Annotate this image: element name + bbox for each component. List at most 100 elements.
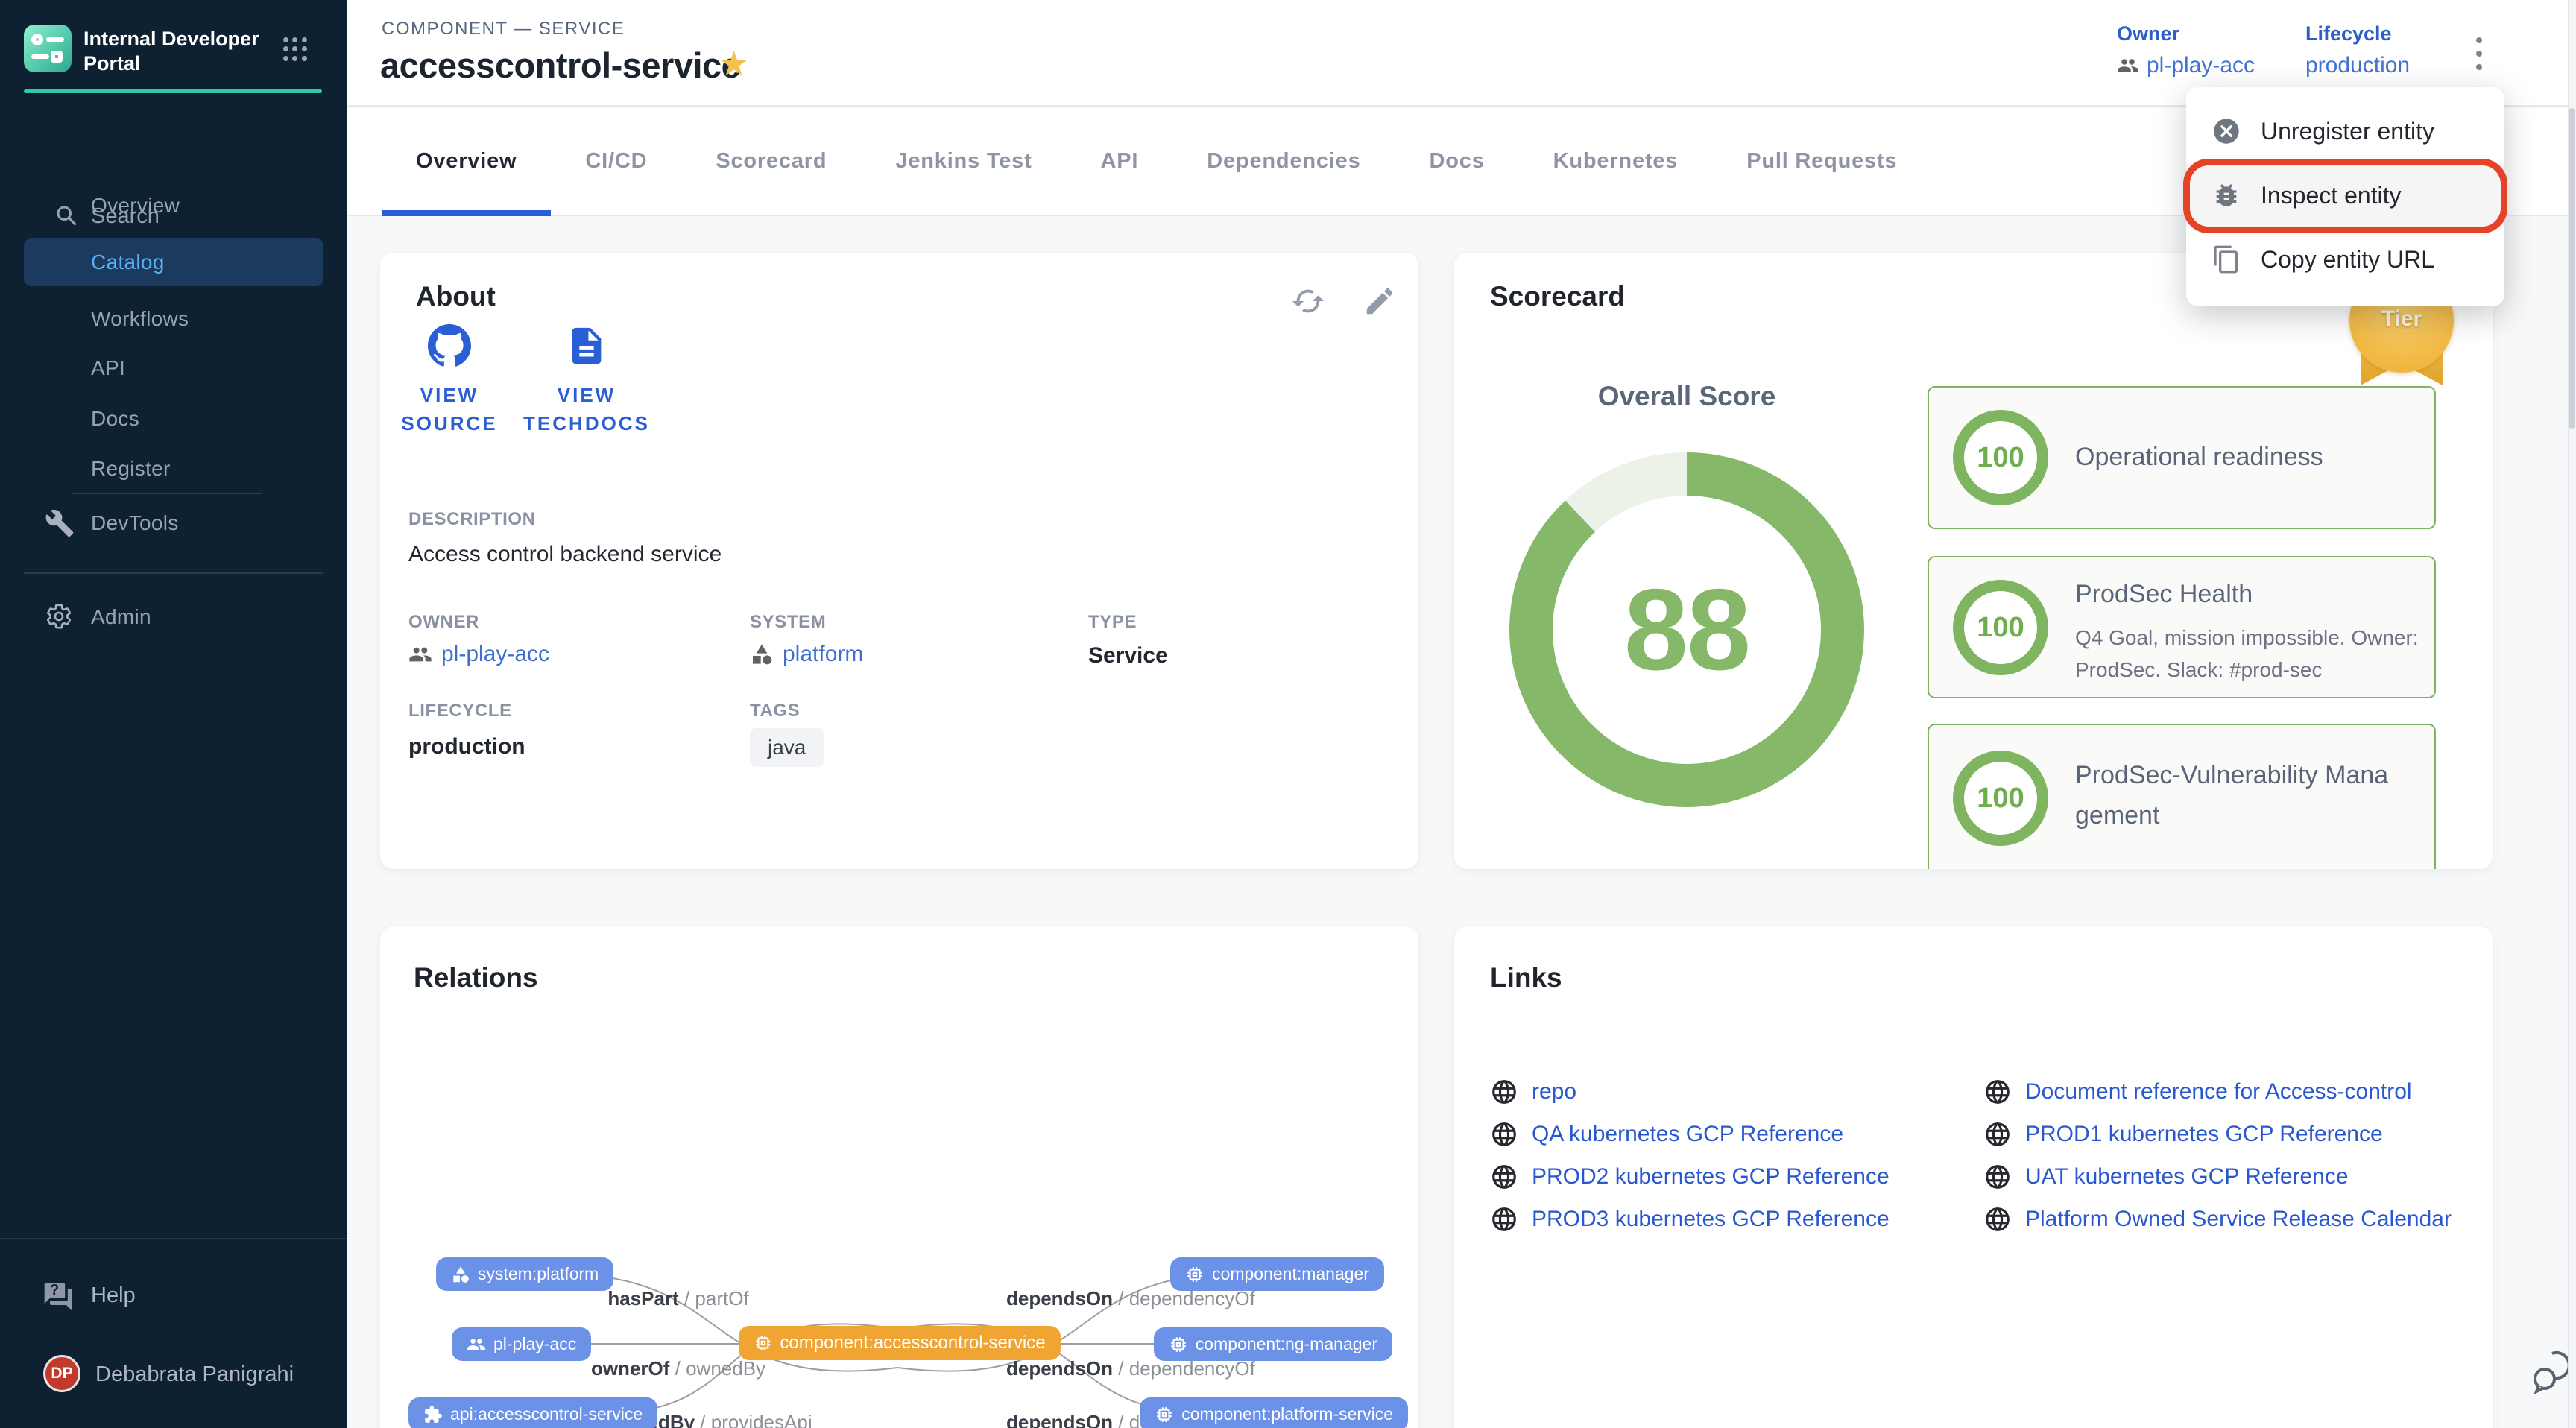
logo-slider-line xyxy=(31,54,49,59)
user-name: Debabrata Panigrahi xyxy=(95,1362,294,1387)
link-document-reference[interactable]: Document reference for Access-control xyxy=(1983,1078,2412,1106)
sidebar-item-register[interactable]: Register xyxy=(24,445,323,493)
sidebar-item-devtools[interactable]: DevTools xyxy=(24,499,323,547)
tab-label: Kubernetes xyxy=(1553,149,1679,174)
sidebar-item-label: API xyxy=(91,356,125,380)
link-prod2-kubernetes[interactable]: PROD2 kubernetes GCP Reference xyxy=(1490,1163,1890,1191)
sidebar-item-label: DevTools xyxy=(91,511,179,535)
relation-node-component-manager[interactable]: component:manager xyxy=(1170,1257,1384,1291)
link-prod1-kubernetes[interactable]: PROD1 kubernetes GCP Reference xyxy=(1983,1120,2383,1149)
tab-dependencies[interactable]: Dependencies xyxy=(1172,108,1395,215)
question-mark: ? xyxy=(50,1282,59,1299)
tags-field-label: TAGS xyxy=(750,701,800,721)
relation-node-api-accesscontrol[interactable]: api:accesscontrol-service xyxy=(408,1397,657,1428)
globe-icon xyxy=(1983,1078,2012,1106)
link-qa-kubernetes[interactable]: QA kubernetes GCP Reference xyxy=(1490,1120,1843,1149)
lifecycle-meta: Lifecycle production xyxy=(2305,22,2410,78)
scrollbar-thumb[interactable] xyxy=(2569,108,2575,429)
github-icon xyxy=(428,324,471,367)
tag-chip-java[interactable]: java xyxy=(750,728,824,767)
owner-meta: Owner pl-play-acc xyxy=(2117,22,2255,78)
sidebar-item-label: Catalog xyxy=(91,250,165,274)
sidebar-divider xyxy=(72,493,262,494)
score-item-label: ProdSec-Vulnerability Management xyxy=(2075,755,2396,836)
sidebar-item-docs[interactable]: Docs xyxy=(24,395,323,443)
relation-node-component-ng-manager[interactable]: component:ng-manager xyxy=(1154,1327,1392,1361)
logo-slider-knob xyxy=(51,51,63,63)
tab-pull-requests[interactable]: Pull Requests xyxy=(1712,108,1931,215)
links-card-title: Links xyxy=(1490,962,1562,993)
app-logo-icon[interactable] xyxy=(24,25,72,72)
scorecard-card-title: Scorecard xyxy=(1490,281,1625,312)
entity-more-menu-icon[interactable] xyxy=(2463,34,2496,76)
chip-icon xyxy=(753,1333,772,1353)
sidebar-user[interactable]: DP Debabrata Panigrahi xyxy=(0,1355,347,1407)
relation-node-pl-play-acc[interactable]: pl-play-acc xyxy=(452,1327,591,1361)
chip-icon xyxy=(1155,1405,1174,1424)
tab-label: Pull Requests xyxy=(1746,149,1897,174)
link-prod3-kubernetes[interactable]: PROD3 kubernetes GCP Reference xyxy=(1490,1205,1890,1233)
sidebar-item-label: Overview xyxy=(91,194,180,218)
tab-docs[interactable]: Docs xyxy=(1395,108,1519,215)
owner-link[interactable]: pl-play-acc xyxy=(2117,53,2255,78)
tab-kubernetes[interactable]: Kubernetes xyxy=(1519,108,1713,215)
avatar: DP xyxy=(43,1355,80,1392)
score-circle: 100 xyxy=(1953,410,2048,505)
links-card: Links repo QA kubernetes GCP Reference P… xyxy=(1454,926,2493,1428)
sidebar-item-api[interactable]: API xyxy=(24,344,323,392)
link-uat-kubernetes[interactable]: UAT kubernetes GCP Reference xyxy=(1983,1163,2349,1191)
refresh-icon[interactable] xyxy=(1291,284,1325,318)
sidebar-divider xyxy=(24,572,323,574)
favorite-star-icon[interactable]: ★ xyxy=(719,43,749,83)
relation-node-system-platform[interactable]: system:platform xyxy=(436,1257,613,1291)
relation-node-center-accesscontrol-service[interactable]: component:accesscontrol-service xyxy=(738,1326,1060,1360)
overall-score-donut: 88 xyxy=(1509,452,1864,807)
view-source-label: VIEW SOURCE xyxy=(386,382,513,437)
apps-grid-icon[interactable] xyxy=(283,37,307,61)
node-label: pl-play-acc xyxy=(493,1334,576,1354)
sidebar-item-admin[interactable]: Admin xyxy=(24,593,323,641)
system-field-link[interactable]: platform xyxy=(750,642,863,667)
link-platform-release-calendar[interactable]: Platform Owned Service Release Calendar xyxy=(1983,1205,2452,1233)
page-scrollbar[interactable] xyxy=(2568,0,2576,1428)
brand-divider xyxy=(24,89,322,93)
node-label: api:accesscontrol-service xyxy=(450,1404,643,1424)
menu-item-inspect-entity[interactable]: Inspect entity xyxy=(2186,163,2504,227)
link-label: QA kubernetes GCP Reference xyxy=(1532,1122,1843,1147)
menu-item-copy-entity-url[interactable]: Copy entity URL xyxy=(2186,227,2504,291)
globe-icon xyxy=(1490,1078,1518,1106)
globe-icon xyxy=(1983,1163,2012,1191)
tab-api[interactable]: API xyxy=(1067,108,1173,215)
edit-pencil-icon[interactable] xyxy=(1363,284,1397,318)
view-techdocs-link[interactable]: VIEW TECHDOCS xyxy=(523,324,650,437)
relation-node-component-platform-service[interactable]: component:platform-service xyxy=(1140,1397,1408,1428)
tab-jenkins-test[interactable]: Jenkins Test xyxy=(861,108,1066,215)
menu-item-unregister-entity[interactable]: Unregister entity xyxy=(2186,99,2504,163)
people-icon xyxy=(2117,54,2139,77)
people-icon xyxy=(408,642,432,666)
tab-scorecard[interactable]: Scorecard xyxy=(681,108,861,215)
view-source-link[interactable]: VIEW SOURCE xyxy=(386,324,513,437)
tab-label: API xyxy=(1101,149,1139,174)
tab-label: Jenkins Test xyxy=(895,149,1032,174)
owner-field-link[interactable]: pl-play-acc xyxy=(408,642,549,667)
link-label: UAT kubernetes GCP Reference xyxy=(2025,1164,2349,1190)
sidebar-item-overview[interactable]: Overview xyxy=(24,182,323,230)
score-item-operational-readiness[interactable]: 100 Operational readiness xyxy=(1928,386,2436,529)
tab-label: Overview xyxy=(416,149,517,174)
tab-overview[interactable]: Overview xyxy=(382,108,551,215)
logo-slider-knob xyxy=(31,34,43,45)
description-label: DESCRIPTION xyxy=(408,509,536,530)
relations-card: Relations hasPart / partOf dependsOn / d… xyxy=(380,926,1418,1428)
score-item-prodsec-health[interactable]: 100 ProdSec Health Q4 Goal, mission impo… xyxy=(1928,556,2436,698)
tab-cicd[interactable]: CI/CD xyxy=(551,108,681,215)
sidebar-item-workflows[interactable]: Workflows xyxy=(24,295,323,343)
gear-icon xyxy=(45,602,75,632)
score-item-prodsec-vulnerability[interactable]: 100 ProdSec-Vulnerability Management xyxy=(1928,724,2436,869)
system-category-icon xyxy=(451,1265,470,1284)
sidebar-item-catalog[interactable]: Catalog xyxy=(24,238,323,286)
link-label: PROD1 kubernetes GCP Reference xyxy=(2025,1122,2383,1147)
sidebar-item-label: Docs xyxy=(91,407,139,431)
sidebar-item-help[interactable]: ? Help xyxy=(0,1276,347,1328)
link-repo[interactable]: repo xyxy=(1490,1078,1576,1106)
